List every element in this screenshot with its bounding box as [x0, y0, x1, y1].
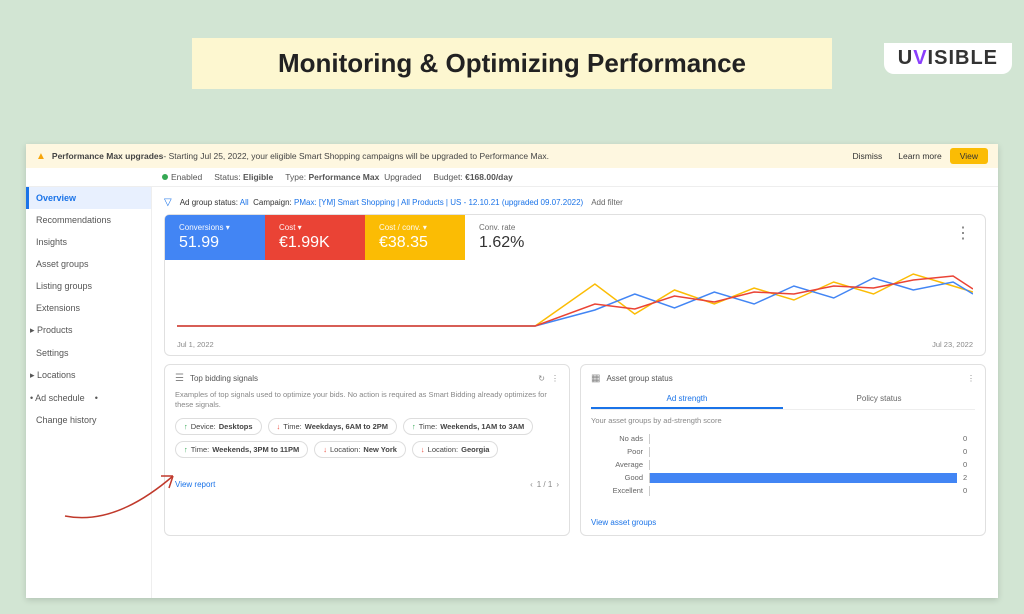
- view-asset-groups-link[interactable]: View asset groups: [591, 518, 656, 527]
- sidebar-item-asset-groups[interactable]: Asset groups: [26, 253, 151, 275]
- warning-icon: ▲: [36, 151, 46, 162]
- google-ads-window: ▲ Performance Max upgrades - Starting Ju…: [26, 144, 998, 598]
- alert-text: - Starting Jul 25, 2022, your eligible S…: [163, 151, 549, 161]
- sidebar-item-change-history[interactable]: Change history: [26, 409, 151, 431]
- panel-description: Examples of top signals used to optimize…: [175, 390, 559, 410]
- filter-icon[interactable]: ▽: [164, 197, 172, 208]
- tab-policy-status[interactable]: Policy status: [783, 390, 975, 409]
- dismiss-link[interactable]: Dismiss: [853, 151, 883, 161]
- slide-title: Monitoring & Optimizing Performance: [192, 38, 832, 89]
- alert-title: Performance Max upgrades: [52, 151, 163, 161]
- top-bidding-signals-panel: ☰ Top bidding signals ↻ ⋮ Examples of to…: [164, 364, 570, 536]
- strength-bar-row: Poor0: [591, 447, 975, 457]
- upgrade-alert: ▲ Performance Max upgrades - Starting Ju…: [26, 144, 998, 168]
- chart-start-date: Jul 1, 2022: [177, 340, 214, 349]
- metric-cost-per-conv[interactable]: Cost / conv. ▾ €38.35: [365, 215, 465, 260]
- panel-menu-icon[interactable]: ⋮: [551, 374, 559, 383]
- view-report-link[interactable]: View report: [175, 480, 215, 489]
- sidebar-item-products[interactable]: ▸ Products: [26, 319, 151, 342]
- tab-ad-strength[interactable]: Ad strength: [591, 390, 783, 409]
- filter-bar: ▽ Ad group status: All Campaign: PMax: […: [164, 193, 986, 214]
- history-icon[interactable]: ↻: [538, 374, 545, 383]
- sidebar-item-recommendations[interactable]: Recommendations: [26, 209, 151, 231]
- campaign-status-row: Enabled Status: Eligible Type: Performan…: [26, 168, 998, 187]
- strength-bar-row: Average0: [591, 460, 975, 470]
- panel-title: Top bidding signals: [190, 374, 258, 383]
- chart-end-date: Jul 23, 2022: [932, 340, 973, 349]
- learn-more-link[interactable]: Learn more: [898, 151, 941, 161]
- view-button[interactable]: View: [950, 148, 988, 164]
- strength-bar-row: Good2: [591, 473, 975, 483]
- pager: ‹ 1 / 1 ›: [530, 480, 559, 489]
- bidding-signal-chip: ↓ Time: Weekdays, 6AM to 2PM: [268, 418, 397, 435]
- bidding-signal-chip: ↓ Location: Georgia: [412, 441, 499, 458]
- bidding-signal-chip: ↓ Location: New York: [314, 441, 406, 458]
- strength-bar-row: No ads0: [591, 434, 975, 444]
- sidebar-item-overview[interactable]: Overview: [26, 187, 151, 209]
- main-content: ▽ Ad group status: All Campaign: PMax: […: [152, 187, 998, 598]
- add-filter-button[interactable]: Add filter: [591, 198, 623, 207]
- bidding-signal-chip: ↑ Device: Desktops: [175, 418, 262, 435]
- bidding-signal-chip: ↑ Time: Weekends, 1AM to 3AM: [403, 418, 533, 435]
- metric-cost[interactable]: Cost ▾ €1.99K: [265, 215, 365, 260]
- signals-icon: ☰: [175, 373, 184, 384]
- prev-icon[interactable]: ‹: [530, 480, 533, 489]
- sidebar-item-ad-schedule[interactable]: • Ad schedule •: [26, 387, 151, 409]
- sidebar-item-locations[interactable]: ▸ Locations: [26, 364, 151, 387]
- chart-menu-icon[interactable]: ⋮: [941, 215, 985, 260]
- left-sidebar: Overview Recommendations Insights Asset …: [26, 187, 152, 598]
- sidebar-item-insights[interactable]: Insights: [26, 231, 151, 253]
- line-chart: [165, 260, 985, 340]
- metric-conv-rate[interactable]: Conv. rate 1.62%: [465, 215, 565, 260]
- performance-chart-card: Conversions ▾ 51.99 Cost ▾ €1.99K Cost /…: [164, 214, 986, 356]
- sidebar-item-listing-groups[interactable]: Listing groups: [26, 275, 151, 297]
- next-icon[interactable]: ›: [556, 480, 559, 489]
- enabled-dot-icon: [162, 174, 168, 180]
- panel-title: Asset group status: [606, 374, 672, 383]
- metric-conversions[interactable]: Conversions ▾ 51.99: [165, 215, 265, 260]
- asset-subtitle: Your asset groups by ad-strength score: [591, 416, 975, 426]
- sidebar-item-extensions[interactable]: Extensions: [26, 297, 151, 319]
- asset-group-status-panel: ▦ Asset group status ⋮ Ad strength Polic…: [580, 364, 986, 536]
- brand-logo: UVISIBLE: [884, 43, 1012, 74]
- panel-menu-icon[interactable]: ⋮: [967, 374, 975, 383]
- strength-bar-row: Excellent0: [591, 486, 975, 496]
- bidding-signal-chip: ↑ Time: Weekends, 3PM to 11PM: [175, 441, 308, 458]
- asset-icon: ▦: [591, 373, 600, 384]
- sidebar-item-settings[interactable]: Settings: [26, 342, 151, 364]
